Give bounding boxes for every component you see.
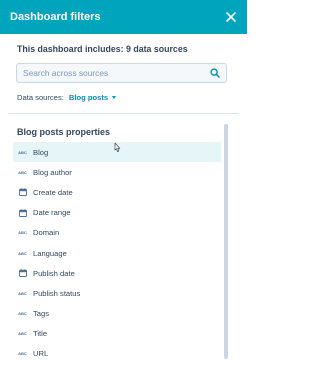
search-icon[interactable] bbox=[209, 68, 220, 79]
property-item[interactable]: Publish date bbox=[13, 263, 221, 283]
panel-header: Dashboard filters bbox=[0, 0, 247, 34]
property-label: Blog bbox=[33, 147, 49, 157]
text-type-icon: ABC bbox=[18, 148, 27, 157]
property-label: Language bbox=[33, 248, 67, 258]
data-sources-summary: This dashboard includes: 9 data sources bbox=[17, 44, 188, 54]
property-item[interactable]: ABC Publish status bbox=[13, 283, 221, 303]
divider bbox=[8, 113, 239, 114]
chevron-down-icon bbox=[112, 96, 117, 99]
text-type-label: ABC bbox=[18, 290, 27, 296]
calendar-icon bbox=[18, 188, 27, 197]
panel-title: Dashboard filters bbox=[10, 11, 101, 23]
text-type-label: ABC bbox=[18, 331, 27, 337]
text-type-icon: ABC bbox=[18, 349, 27, 358]
text-type-label: ABC bbox=[18, 311, 27, 317]
property-label: Publish status bbox=[33, 288, 81, 298]
text-type-label: ABC bbox=[18, 250, 27, 256]
property-label: Publish date bbox=[33, 268, 75, 278]
property-label: Date range bbox=[33, 208, 71, 218]
properties-list: ABC Blog ABC Blog author Create date Date ran… bbox=[13, 142, 221, 364]
text-type-icon: ABC bbox=[18, 228, 27, 237]
property-label: Domain bbox=[33, 228, 60, 238]
property-item[interactable]: Create date bbox=[13, 182, 221, 202]
property-label: Blog author bbox=[33, 167, 72, 177]
text-type-label: ABC bbox=[18, 149, 27, 155]
data-sources-row: Data sources: Blog posts bbox=[17, 93, 117, 102]
calendar-icon bbox=[18, 208, 27, 217]
property-label: Tags bbox=[33, 309, 50, 319]
search-input[interactable] bbox=[23, 68, 209, 78]
property-label: Create date bbox=[33, 187, 73, 197]
property-item[interactable]: Date range bbox=[13, 203, 221, 223]
text-type-icon: ABC bbox=[18, 168, 27, 177]
calendar-icon bbox=[18, 269, 27, 278]
close-icon[interactable] bbox=[224, 10, 238, 24]
mouse-pointer-icon bbox=[114, 142, 121, 152]
text-type-icon: ABC bbox=[18, 249, 27, 258]
property-label: Title bbox=[33, 329, 48, 339]
text-type-icon: ABC bbox=[18, 329, 27, 338]
property-item[interactable]: ABC Domain bbox=[13, 223, 221, 243]
text-type-icon: ABC bbox=[18, 289, 27, 298]
text-type-icon: ABC bbox=[18, 309, 27, 318]
property-item[interactable]: ABC URL bbox=[13, 344, 221, 364]
scrollbar[interactable] bbox=[224, 124, 228, 359]
property-item[interactable]: ABC Tags bbox=[13, 304, 221, 324]
data-sources-label: Data sources: bbox=[17, 93, 64, 102]
property-item[interactable]: ABC Blog author bbox=[13, 162, 221, 182]
property-item[interactable]: ABC Title bbox=[13, 324, 221, 344]
property-label: URL bbox=[33, 349, 49, 359]
section-title: Blog posts properties bbox=[17, 127, 111, 137]
text-type-label: ABC bbox=[18, 351, 27, 357]
text-type-label: ABC bbox=[18, 169, 27, 175]
data-sources-dropdown[interactable]: Blog posts bbox=[68, 93, 117, 102]
data-sources-selected: Blog posts bbox=[68, 93, 109, 102]
search-box bbox=[16, 63, 227, 83]
text-type-label: ABC bbox=[18, 230, 27, 236]
property-item[interactable]: ABC Language bbox=[13, 243, 221, 263]
